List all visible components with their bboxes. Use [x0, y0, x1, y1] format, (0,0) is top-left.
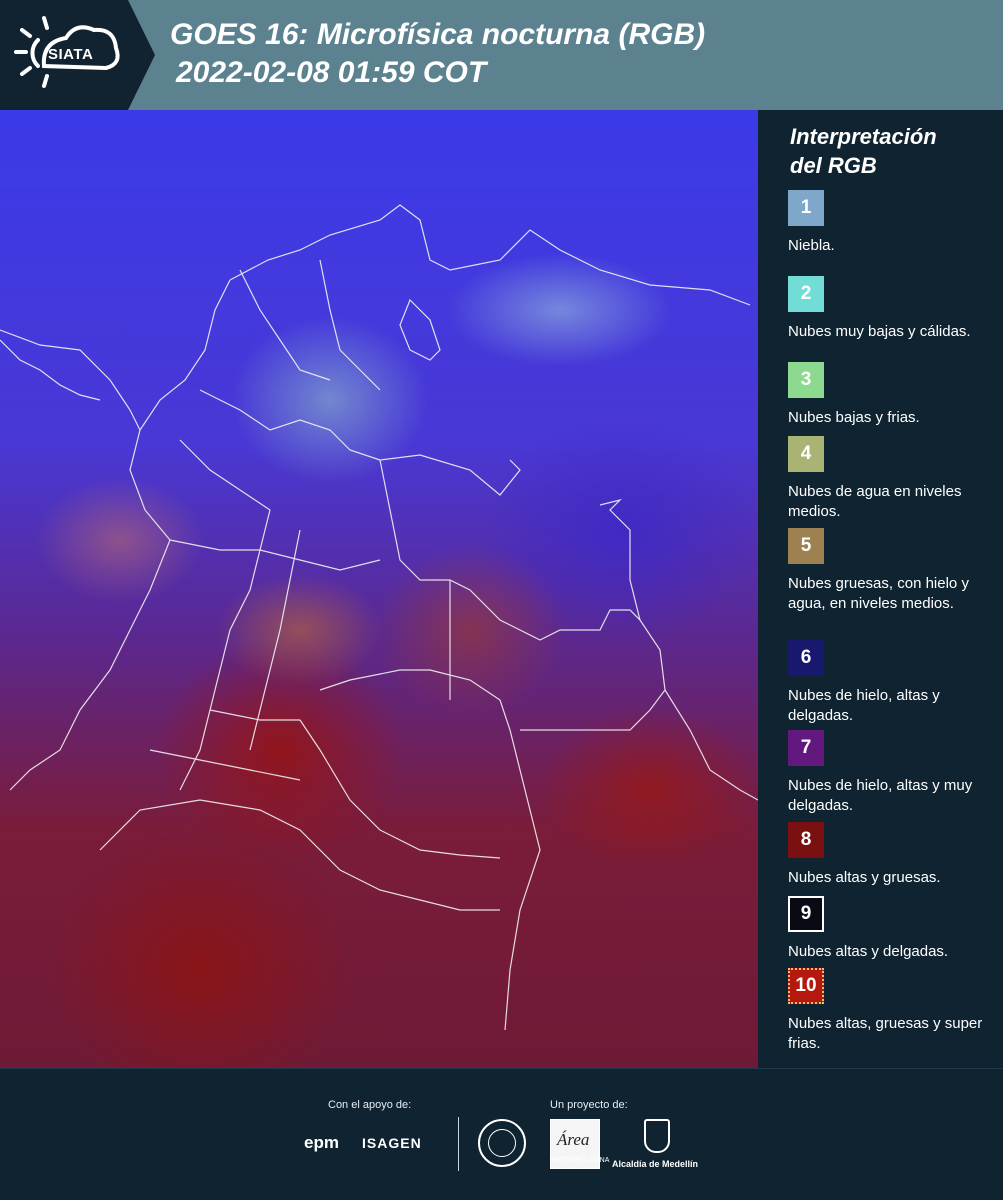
legend-item: 4 Nubes de agua en niveles medios.: [788, 436, 998, 522]
country-border: [520, 619, 666, 731]
department-border: [149, 749, 301, 781]
legend-label: Nubes muy bajas y cálidas.: [788, 323, 971, 340]
legend-swatch: 9: [788, 896, 824, 932]
legend-item: 10 Nubes altas, gruesas y super frias.: [788, 968, 998, 1054]
legend-label: Nubes altas, gruesas y super frias.: [788, 1015, 983, 1052]
department-border: [319, 259, 381, 391]
title-line-2: 2022-02-08 01:59 COT: [176, 56, 487, 89]
legend-label: Niebla.: [788, 237, 835, 254]
legend-label: Nubes de hielo, altas y muy delgadas.: [788, 777, 973, 814]
footer-bar: Con el apoyo de: Un proyecto de: epm ISA…: [0, 1068, 1003, 1200]
lake-border: [399, 298, 441, 361]
legend-swatch: 10: [788, 968, 824, 1004]
country-border: [379, 454, 521, 496]
area-metropolitana-text: METROPOLITANA: [550, 1157, 610, 1164]
department-border: [249, 529, 301, 751]
legend-title-line-2: del RGB: [790, 153, 877, 178]
country-border: [0, 339, 101, 401]
logo-text: SIATA: [48, 46, 94, 63]
legend-title: Interpretación del RGB: [790, 122, 937, 180]
page-title: GOES 16: Microfísica nocturna (RGB) 2022…: [170, 16, 705, 92]
country-border: [664, 689, 758, 801]
department-border: [179, 439, 271, 511]
legend-swatch: 5: [788, 528, 824, 564]
department-border: [179, 509, 271, 791]
legend-item: 5 Nubes gruesas, con hielo y agua, en niv…: [788, 528, 998, 614]
country-border: [99, 799, 500, 911]
legend-swatch: 4: [788, 436, 824, 472]
project-label: Un proyecto de:: [550, 1099, 628, 1111]
legend-label: Nubes de agua en niveles medios.: [788, 483, 962, 520]
title-line-1: GOES 16: Microfísica nocturna (RGB): [170, 18, 706, 51]
country-border: [9, 279, 231, 791]
legend-item: 6 Nubes de hielo, altas y delgadas.: [788, 640, 998, 726]
legend-swatch: 7: [788, 730, 824, 766]
alcaldia-logo-text: Alcaldía de Medellín: [612, 1159, 699, 1169]
legend-item: 7 Nubes de hielo, altas y muy delgadas.: [788, 730, 998, 816]
satellite-map: [0, 110, 758, 1068]
country-border: [319, 669, 541, 1031]
legend-item: 8 Nubes altas y gruesas.: [788, 822, 998, 888]
legend-label: Nubes bajas y frias.: [788, 409, 920, 426]
header-bar: SIATA GOES 16: Microfísica nocturna (RGB…: [0, 0, 1003, 110]
shield-icon: [644, 1119, 670, 1153]
epm-logo: epm: [304, 1133, 339, 1152]
legend-swatch: 2: [788, 276, 824, 312]
department-border: [169, 539, 381, 571]
isagen-logo: ISAGEN: [362, 1135, 422, 1151]
legend-panel: Interpretación del RGB 1 Niebla. 2 Nubes mu…: [758, 110, 1003, 1068]
country-border: [379, 459, 642, 641]
siata-logo: SIATA: [0, 0, 155, 110]
legend-swatch: 3: [788, 362, 824, 398]
border-lines: [0, 204, 758, 1031]
country-border: [299, 719, 501, 859]
legend-item: 9 Nubes altas y delgadas.: [788, 896, 998, 962]
department-border: [199, 389, 381, 461]
legend-item: 1 Niebla.: [788, 190, 998, 256]
legend-title-line-1: Interpretación: [790, 124, 937, 149]
legend-label: Nubes altas y gruesas.: [788, 869, 941, 886]
country-border: [229, 204, 751, 306]
department-border: [239, 269, 331, 381]
footer-divider: [458, 1117, 459, 1171]
seal-icon: [478, 1119, 526, 1167]
legend-swatch: 1: [788, 190, 824, 226]
legend-swatch: 8: [788, 822, 824, 858]
legend-item: 2 Nubes muy bajas y cálidas.: [788, 276, 998, 342]
legend-label: Nubes altas y delgadas.: [788, 943, 949, 960]
legend-label: Nubes gruesas, con hielo y agua, en nive…: [788, 575, 969, 612]
support-label: Con el apoyo de:: [328, 1099, 412, 1111]
area-logo-text: Área: [557, 1130, 590, 1149]
department-border: [209, 709, 300, 721]
legend-swatch: 6: [788, 640, 824, 676]
country-border: [0, 329, 141, 431]
legend-item: 3 Nubes bajas y frias.: [788, 362, 998, 428]
legend-label: Nubes de hielo, altas y delgadas.: [788, 687, 940, 724]
